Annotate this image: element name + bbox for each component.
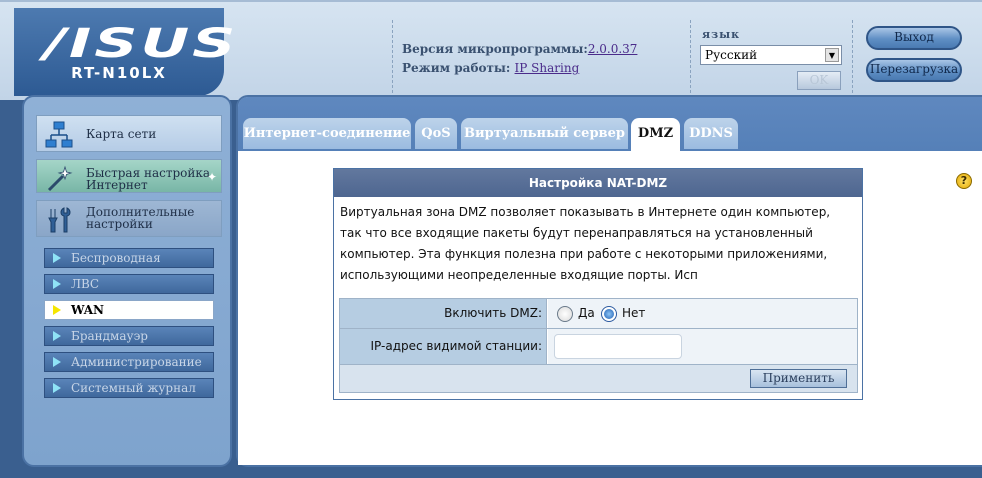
firmware-version-link[interactable]: 2.0.0.37 [588, 42, 638, 56]
sidebar-item-system-log[interactable]: Системный журнал [44, 378, 214, 398]
sidebar-item-firewall[interactable]: Брандмауэр [44, 326, 214, 346]
enable-dmz-row: Включить DMZ: Да Нет [340, 299, 857, 329]
tab-internet-connection[interactable]: Интернет-соединение [243, 118, 411, 149]
triangle-right-icon [53, 383, 61, 393]
dmz-yes-label: Да [578, 306, 595, 320]
language-select[interactable]: Русский ▼ [700, 45, 842, 65]
enable-dmz-value: Да Нет [548, 299, 857, 328]
sidebar-item-advanced[interactable]: Дополнительные настройки [36, 200, 222, 237]
sidebar-item-wireless[interactable]: Беспроводная [44, 248, 214, 268]
model-name: RT-N10LX [71, 64, 167, 82]
divider [690, 20, 691, 98]
dmz-no-label: Нет [622, 306, 646, 320]
logout-button[interactable]: Выход [866, 26, 962, 50]
enable-dmz-label: Включить DMZ: [340, 299, 547, 328]
language-selected: Русский [705, 48, 758, 62]
asus-logo: /ISUS [44, 21, 239, 67]
dmz-no-radio[interactable] [601, 306, 617, 322]
dmz-panel: Настройка NAT-DMZ Виртуальная зона DMZ п… [333, 168, 863, 400]
language-ok-button[interactable]: OK [797, 71, 841, 90]
sidebar: Карта сети Быстрая настройка Интернет ✦ Д… [22, 95, 232, 467]
sidebar-item-quick-setup[interactable]: Быстрая настройка Интернет ✦ [36, 159, 222, 193]
triangle-right-icon [53, 331, 61, 341]
apply-button[interactable]: Применить [750, 369, 847, 388]
sidebar-item-label: Дополнительные настройки [86, 205, 195, 231]
ip-address-input[interactable] [554, 334, 682, 359]
logo-area: /ISUS RT-N10LX [14, 8, 235, 96]
triangle-right-icon [53, 253, 61, 263]
ip-row: IP-адрес видимой станции: [340, 329, 857, 365]
dmz-yes-radio[interactable] [557, 306, 573, 322]
firmware-info: Версия микропрограммы:2.0.0.37 Режим раб… [402, 40, 637, 78]
apply-row: Применить [340, 365, 857, 392]
sidebar-item-wan[interactable]: WAN [44, 300, 214, 320]
help-icon[interactable]: ? [956, 173, 972, 189]
triangle-right-icon [53, 357, 61, 367]
tab-ddns[interactable]: DDNS [684, 118, 738, 149]
tab-dmz[interactable]: DMZ [631, 118, 680, 151]
chevron-down-icon[interactable]: ▼ [825, 48, 839, 62]
triangle-right-icon [53, 279, 61, 289]
tab-bar: Интернет-соединение QoS Виртуальный серв… [238, 97, 982, 151]
network-map-icon [45, 121, 73, 148]
sidebar-item-label: Быстрая настройка Интернет [86, 166, 211, 192]
language-label: язык [702, 28, 741, 41]
panel-title: Настройка NAT-DMZ [334, 169, 862, 197]
mode-label: Режим работы: [402, 61, 511, 75]
sidebar-item-lan[interactable]: ЛВС [44, 274, 214, 294]
mode-link[interactable]: IP Sharing [515, 61, 580, 75]
sidebar-item-network-map[interactable]: Карта сети [36, 115, 222, 152]
ip-value [548, 329, 857, 364]
sidebar-item-administration[interactable]: Администрирование [44, 352, 214, 372]
reboot-button[interactable]: Перезагрузка [866, 58, 962, 82]
panel-description: Виртуальная зона DMZ позволяет показыват… [340, 205, 831, 282]
ip-label: IP-адрес видимой станции: [340, 329, 547, 364]
divider [392, 20, 393, 98]
sidebar-item-label: Карта сети [86, 127, 157, 141]
tab-virtual-server[interactable]: Виртуальный сервер [461, 118, 628, 149]
divider [852, 20, 853, 98]
tab-qos[interactable]: QoS [415, 118, 457, 149]
header: /ISUS RT-N10LX Версия микропрограммы:2.0… [0, 0, 982, 100]
firmware-label: Версия микропрограммы: [402, 42, 588, 56]
magic-wand-icon [47, 165, 73, 192]
star-icon: ✦ [206, 170, 217, 184]
triangle-right-icon [53, 305, 61, 315]
dmz-form: Включить DMZ: Да Нет IP-адрес видимой ст… [339, 298, 858, 393]
tools-icon [48, 207, 71, 233]
